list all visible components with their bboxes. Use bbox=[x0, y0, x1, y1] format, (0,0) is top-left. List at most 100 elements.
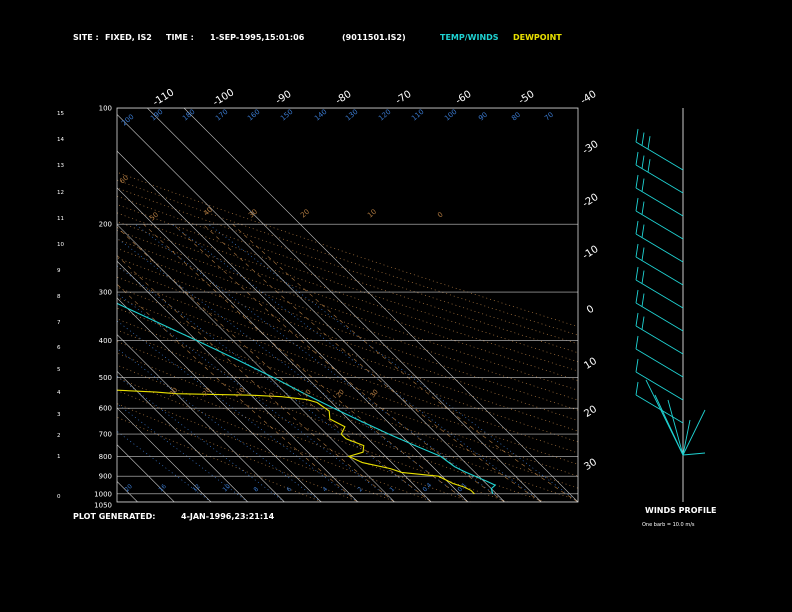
height-tick-label: 4 bbox=[57, 390, 61, 396]
height-tick-label: 3 bbox=[57, 412, 61, 418]
mixing-ratio-line bbox=[117, 348, 322, 502]
mixing-ratio-label: 16 bbox=[157, 483, 167, 493]
isotherm-top-label: -50 bbox=[517, 89, 537, 107]
isotherm-line bbox=[0, 108, 64, 502]
dry-adiabat bbox=[117, 416, 323, 502]
height-tick-label: 14 bbox=[57, 137, 64, 143]
dry-adiabat bbox=[117, 286, 578, 454]
wind-barb-shaft bbox=[635, 233, 684, 263]
dry-adiabat-label: 20 bbox=[299, 208, 311, 220]
wind-barb-shaft bbox=[635, 348, 684, 378]
height-tick-label: 13 bbox=[57, 163, 64, 169]
wind-barb bbox=[641, 316, 645, 330]
height-tick-label: 12 bbox=[57, 190, 64, 196]
dry-adiabat bbox=[117, 179, 578, 336]
pressure-tick-label: 400 bbox=[99, 337, 112, 345]
dry-adiabat bbox=[117, 171, 578, 327]
wind-barb bbox=[635, 151, 639, 166]
dry-adiabat bbox=[117, 238, 578, 401]
winds-profile-panel bbox=[635, 108, 706, 502]
dry-adiabat bbox=[117, 377, 434, 502]
plot-generated-label: PLOT GENERATED: bbox=[73, 512, 156, 521]
wind-barb-shaft bbox=[635, 302, 684, 332]
winds-profile-note: One barb = 10.0 m/s bbox=[642, 522, 695, 528]
wind-barb-shaft bbox=[682, 409, 706, 456]
plot-border bbox=[116, 107, 579, 503]
wind-barb bbox=[635, 197, 639, 212]
mixing-ratio-line bbox=[117, 320, 359, 502]
moist-adiabat-label: -20 bbox=[199, 386, 212, 399]
moist-adiabat-label: 30 bbox=[368, 388, 379, 399]
wind-barb-shaft bbox=[635, 394, 684, 424]
mixing-ratio-label: 0.1 bbox=[456, 482, 468, 494]
wind-barb bbox=[641, 132, 645, 146]
dry-adiabat bbox=[117, 257, 578, 421]
height-tick-label: 0 bbox=[57, 494, 61, 500]
mixing-ratio-label: 1 bbox=[388, 486, 396, 494]
dry-adiabat bbox=[117, 248, 578, 411]
height-tick-label: 5 bbox=[57, 367, 61, 373]
dry-adiabat-label: 80 bbox=[510, 111, 522, 123]
height-tick-label: 15 bbox=[57, 111, 64, 117]
mixing-ratio-label: 2 bbox=[356, 486, 364, 494]
wind-barb bbox=[635, 312, 639, 327]
isotherm-right-label: -20 bbox=[581, 192, 601, 210]
isotherm-line bbox=[117, 260, 359, 502]
pressure-tick-label: 800 bbox=[99, 453, 112, 461]
dry-adiabat bbox=[117, 195, 578, 354]
wind-barb bbox=[641, 178, 645, 192]
isotherm-line bbox=[183, 108, 578, 502]
wind-barb bbox=[647, 136, 651, 150]
dry-adiabat bbox=[117, 329, 578, 501]
isotherm-right-label: 10 bbox=[582, 356, 599, 372]
dry-adiabat bbox=[117, 266, 578, 432]
wind-barb-shaft bbox=[635, 325, 684, 355]
wind-barb-shaft bbox=[635, 141, 684, 171]
pressure-tick-label: 900 bbox=[99, 473, 112, 481]
dry-adiabat bbox=[117, 307, 578, 477]
mixing-ratio-label: 8 bbox=[252, 486, 260, 494]
mixing-ratio-line bbox=[117, 292, 395, 502]
moist-adiabat bbox=[172, 223, 505, 502]
dry-adiabat-label: 140 bbox=[313, 108, 328, 123]
plot-area bbox=[0, 108, 578, 502]
isotherm-line bbox=[117, 187, 432, 502]
wind-barb-shaft bbox=[635, 279, 684, 309]
wind-barb bbox=[635, 266, 639, 281]
dry-adiabat-label: 60 bbox=[118, 174, 130, 186]
isotherm-top-label: -90 bbox=[274, 89, 294, 107]
wind-barb bbox=[641, 247, 645, 261]
isotherm-right-label: -30 bbox=[581, 139, 601, 157]
mixing-ratio-line bbox=[117, 375, 285, 502]
wind-barb-shaft bbox=[645, 379, 684, 456]
wind-barb-shaft bbox=[635, 164, 684, 194]
isotherm-top-label: -60 bbox=[454, 89, 474, 107]
pressure-tick-label: 200 bbox=[99, 221, 112, 229]
dry-adiabat bbox=[117, 221, 578, 381]
dry-adiabat-label: 150 bbox=[279, 108, 294, 123]
isotherm-right-label: 20 bbox=[582, 404, 599, 420]
wind-barb-shaft bbox=[635, 371, 684, 401]
dry-adiabat bbox=[117, 403, 360, 502]
dry-adiabat bbox=[117, 187, 578, 345]
pressure-tick-label: 300 bbox=[99, 289, 112, 297]
moist-adiabat-label: -30 bbox=[166, 386, 179, 399]
mixing-ratio-label: 4 bbox=[321, 486, 329, 494]
height-tick-label: 9 bbox=[57, 268, 61, 274]
wind-barb-shaft bbox=[682, 452, 706, 456]
isotherm-right-label: -10 bbox=[581, 244, 601, 262]
moist-adiabat bbox=[117, 226, 432, 502]
wind-barb bbox=[641, 293, 645, 307]
pressure-tick-label: 1050 bbox=[94, 502, 112, 510]
dry-adiabat bbox=[117, 204, 578, 363]
moist-adiabat-label: 20 bbox=[334, 388, 345, 399]
mixing-ratio-label: 12 bbox=[191, 483, 201, 493]
wind-barb bbox=[635, 358, 639, 373]
dry-adiabat-label: 200 bbox=[120, 113, 135, 128]
wind-barb bbox=[647, 159, 651, 173]
isotherm-top-label: -110 bbox=[151, 87, 176, 108]
winds-profile-title: WINDS PROFILE bbox=[645, 506, 717, 515]
height-tick-label: 7 bbox=[57, 320, 61, 326]
wind-barb bbox=[635, 289, 639, 304]
isotherm-line bbox=[147, 108, 542, 502]
